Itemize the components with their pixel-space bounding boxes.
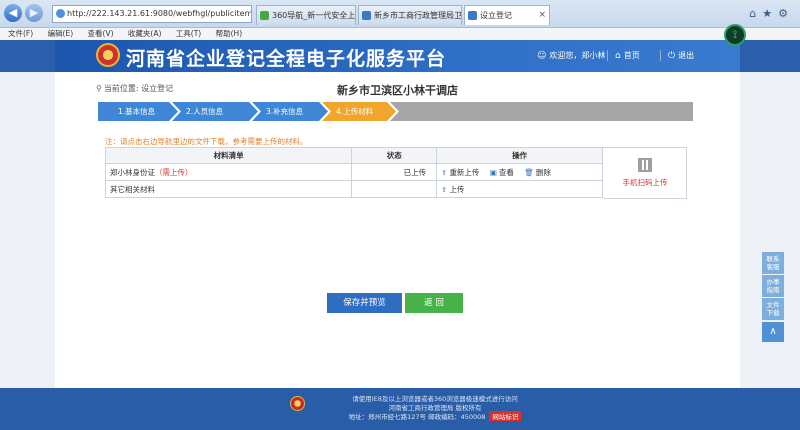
- address-bar[interactable]: http://222.143.21.61:9080/webfhgl/public…: [52, 5, 252, 23]
- actions-cell: ⇪ 上传: [436, 180, 603, 198]
- floating-widget-icon[interactable]: ⟟: [724, 24, 746, 46]
- footer-address-text: 地址：郑州市经七路127号 邮政编码：450008: [348, 413, 486, 421]
- step-label: 3.补充信息: [266, 107, 304, 116]
- back-icon[interactable]: ◀: [4, 4, 22, 22]
- qr-code-icon: [638, 158, 652, 172]
- menu-view[interactable]: 查看(V): [88, 28, 114, 40]
- step-label: 4.上传材料: [336, 107, 374, 116]
- user-icon: ☺: [537, 51, 547, 61]
- welcome-label: 欢迎您，郑小林: [549, 51, 606, 60]
- trash-icon: 🗑: [524, 167, 534, 177]
- site-header: 河南省企业登记全程电子化服务平台 ☺ 欢迎您，郑小林 ⌂ 首页 ⏻ 退出: [0, 40, 800, 72]
- header-divider: [607, 50, 608, 61]
- site-badge[interactable]: 网站标识: [489, 411, 522, 421]
- table-header-row: 材料清单 状态 操作: [104, 147, 603, 164]
- menu-help[interactable]: 帮助(H): [216, 28, 243, 40]
- materials-table: 材料清单 状态 操作 郑小林身份证（需上传） 已上传 ⇪ 重新上传 ▣ 查看 🗑 删除…: [104, 147, 603, 198]
- step-personnel-info[interactable]: 2.人员信息: [172, 102, 258, 121]
- required-note: （需上传）: [155, 167, 193, 177]
- status-cell: [351, 180, 438, 198]
- mobile-scan-upload[interactable]: 手机扫码上传: [603, 147, 687, 199]
- delete-button[interactable]: 🗑 删除: [524, 167, 551, 178]
- delete-label: 删除: [535, 167, 551, 177]
- logout-link[interactable]: ⏻ 退出: [668, 50, 694, 61]
- column-header: 操作: [436, 147, 603, 164]
- step-label: 2.人员信息: [186, 107, 224, 116]
- menu-edit[interactable]: 编辑(E): [48, 28, 74, 40]
- menu-bar: 文件(F) 编辑(E) 查看(V) 收藏夹(A) 工具(T) 帮助(H): [0, 28, 800, 40]
- upload-tip: 注：请点击右边导航里边的文件下载，参考需要上传的材料。: [105, 137, 308, 146]
- home-icon[interactable]: ⌂: [749, 7, 762, 20]
- material-name: 郑小林身份证: [110, 167, 155, 177]
- tab-label: 设立登记: [480, 11, 512, 20]
- emblem-icon: [96, 43, 120, 67]
- tab-favicon-icon: [260, 11, 269, 20]
- main-content: ⚲ 当前位置: 设立登记 新乡市卫滨区小林干调店 1.基本信息 2.人员信息 3.…: [55, 72, 740, 388]
- reupload-button[interactable]: ⇪ 重新上传: [441, 167, 479, 178]
- status-cell: 已上传: [351, 163, 438, 181]
- side-file-download[interactable]: 文件 下载: [762, 298, 784, 320]
- step-remaining: [390, 102, 693, 121]
- back-button[interactable]: 返 回: [405, 293, 463, 313]
- address-text: http://222.143.21.61:9080/webfhgl/public…: [67, 9, 252, 18]
- tab-favicon-icon: [362, 11, 371, 20]
- scroll-top-button[interactable]: ∧: [762, 322, 784, 342]
- welcome-user[interactable]: ☺ 欢迎您，郑小林: [537, 50, 605, 61]
- header-divider: [660, 50, 661, 61]
- home-icon: ⌂: [615, 51, 621, 61]
- tab-close-icon[interactable]: ×: [538, 6, 546, 25]
- upload-label: 上传: [449, 184, 465, 194]
- side-guide[interactable]: 办事 指南: [762, 275, 784, 297]
- material-name-cell: 郑小林身份证（需上传）: [104, 163, 353, 181]
- progress-steps: 1.基本信息 2.人员信息 3.补充信息 4.上传材料: [98, 102, 693, 121]
- menu-tools[interactable]: 工具(T): [176, 28, 201, 40]
- footer-emblem-icon: [290, 396, 305, 411]
- view-label: 查看: [498, 167, 514, 177]
- tab-label: 新乡市工商行政管理局卫滨分...: [374, 11, 462, 20]
- browser-titlebar: ◀ ▶ http://222.143.21.61:9080/webfhgl/pu…: [0, 0, 800, 28]
- home-label: 首页: [623, 51, 640, 60]
- upload-icon: ⇪: [441, 167, 448, 177]
- step-upload-materials[interactable]: 4.上传材料: [322, 102, 396, 121]
- upload-icon: ⇪: [441, 184, 448, 194]
- menu-file[interactable]: 文件(F): [8, 28, 33, 40]
- material-name-cell: 其它相关材料: [104, 180, 353, 198]
- forward-icon[interactable]: ▶: [25, 4, 43, 22]
- upload-button[interactable]: ⇪ 上传: [441, 184, 464, 195]
- footer-address: 地址：郑州市经七路127号 邮政编码：450008 网站标识: [310, 411, 560, 421]
- power-icon: ⏻: [668, 51, 676, 61]
- logout-label: 退出: [678, 51, 695, 60]
- reupload-label: 重新上传: [449, 167, 480, 177]
- site-title: 河南省企业登记全程电子化服务平台: [126, 48, 447, 70]
- tab-360-nav[interactable]: 360导航_新一代安全上网导航: [256, 5, 356, 25]
- side-contact-service[interactable]: 联系 客服: [762, 252, 784, 274]
- gear-icon[interactable]: ⚙: [778, 7, 794, 20]
- step-supplementary-info[interactable]: 3.补充信息: [252, 102, 328, 121]
- tab-bureau[interactable]: 新乡市工商行政管理局卫滨分...: [358, 5, 462, 25]
- step-label: 1.基本信息: [118, 107, 156, 116]
- table-row: 其它相关材料 ⇪ 上传: [104, 180, 603, 198]
- table-row: 郑小林身份证（需上传） 已上传 ⇪ 重新上传 ▣ 查看 🗑 删除: [104, 163, 603, 181]
- save-preview-button[interactable]: 保存并预览: [327, 293, 402, 313]
- material-name: 其它相关材料: [110, 184, 155, 194]
- scan-upload-label: 手机扫码上传: [622, 178, 668, 187]
- view-button[interactable]: ▣ 查看: [490, 167, 514, 178]
- page-icon: [56, 9, 65, 18]
- site-footer: 请使用IE8及以上浏览器或者360浏览器极速模式进行访问 河南省工商行政管理局 …: [0, 388, 800, 430]
- tab-label: 360导航_新一代安全上网导航: [272, 11, 356, 20]
- view-icon: ▣: [489, 167, 497, 177]
- actions-cell: ⇪ 重新上传 ▣ 查看 🗑 删除: [436, 163, 603, 181]
- browser-toolbar-icons: ⌂★⚙: [749, 7, 794, 20]
- tab-registration[interactable]: 设立登记 ×: [464, 5, 550, 25]
- column-header: 状态: [351, 147, 438, 164]
- menu-favorites[interactable]: 收藏夹(A): [128, 28, 161, 40]
- star-icon[interactable]: ★: [762, 7, 778, 20]
- step-basic-info[interactable]: 1.基本信息: [98, 102, 178, 121]
- page-title: 新乡市卫滨区小林干调店: [337, 84, 458, 97]
- home-link[interactable]: ⌂ 首页: [615, 50, 640, 61]
- column-header: 材料清单: [104, 147, 353, 164]
- tab-favicon-icon: [468, 11, 477, 20]
